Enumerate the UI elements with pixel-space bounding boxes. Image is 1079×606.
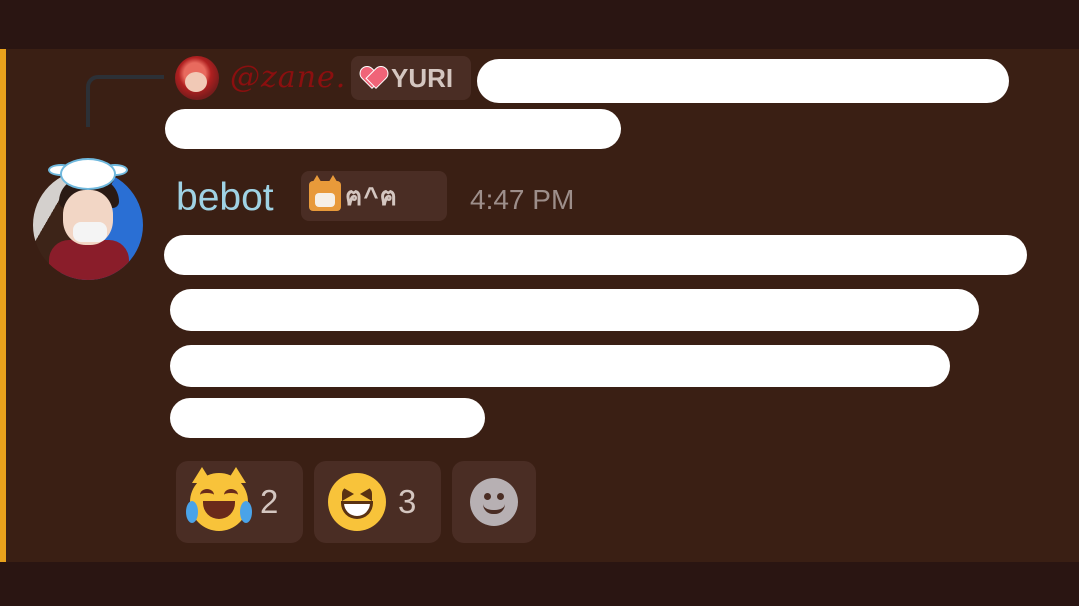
reaction-button[interactable]: 2 xyxy=(176,461,303,543)
add-reaction-icon xyxy=(470,478,518,526)
reaction-count: 2 xyxy=(260,483,279,520)
reply-avatar[interactable] xyxy=(175,56,219,100)
reaction-button[interactable]: 3 xyxy=(314,461,441,543)
cat-icon xyxy=(309,175,341,211)
reply-username[interactable]: @zane. xyxy=(230,61,346,95)
user-server-tag[interactable]: ฅ^ฅ xyxy=(301,171,447,221)
avatar-decoration-icon xyxy=(48,154,128,192)
reply-server-tag[interactable]: YURI xyxy=(351,56,471,100)
timestamp[interactable]: 4:47 PM xyxy=(470,183,574,217)
top-bar xyxy=(0,0,1079,49)
message[interactable]: @zane. YURI bebot ฅ^ฅ 4:47 PM 2 3 xyxy=(0,49,1079,562)
redacted-message-text xyxy=(170,398,485,438)
reply-tag-label: YURI xyxy=(391,62,454,93)
reply-connector xyxy=(86,75,164,127)
bottom-bar xyxy=(0,562,1079,606)
redacted-message-text xyxy=(170,345,950,387)
add-reaction-button[interactable] xyxy=(452,461,536,543)
crying-laughing-cat-emoji-icon xyxy=(186,467,252,531)
username[interactable]: bebot xyxy=(176,176,274,220)
redacted-reply-text[interactable] xyxy=(477,59,1009,103)
redacted-message-text xyxy=(164,235,1027,275)
redacted-message-text xyxy=(170,289,979,331)
heart-icon xyxy=(361,67,385,89)
redacted-reply-text[interactable] xyxy=(165,109,621,149)
user-tag-label: ฅ^ฅ xyxy=(345,180,398,211)
laughing-emoji-icon xyxy=(328,473,386,531)
mention-highlight-stripe xyxy=(0,49,6,562)
reaction-count: 3 xyxy=(398,483,417,520)
